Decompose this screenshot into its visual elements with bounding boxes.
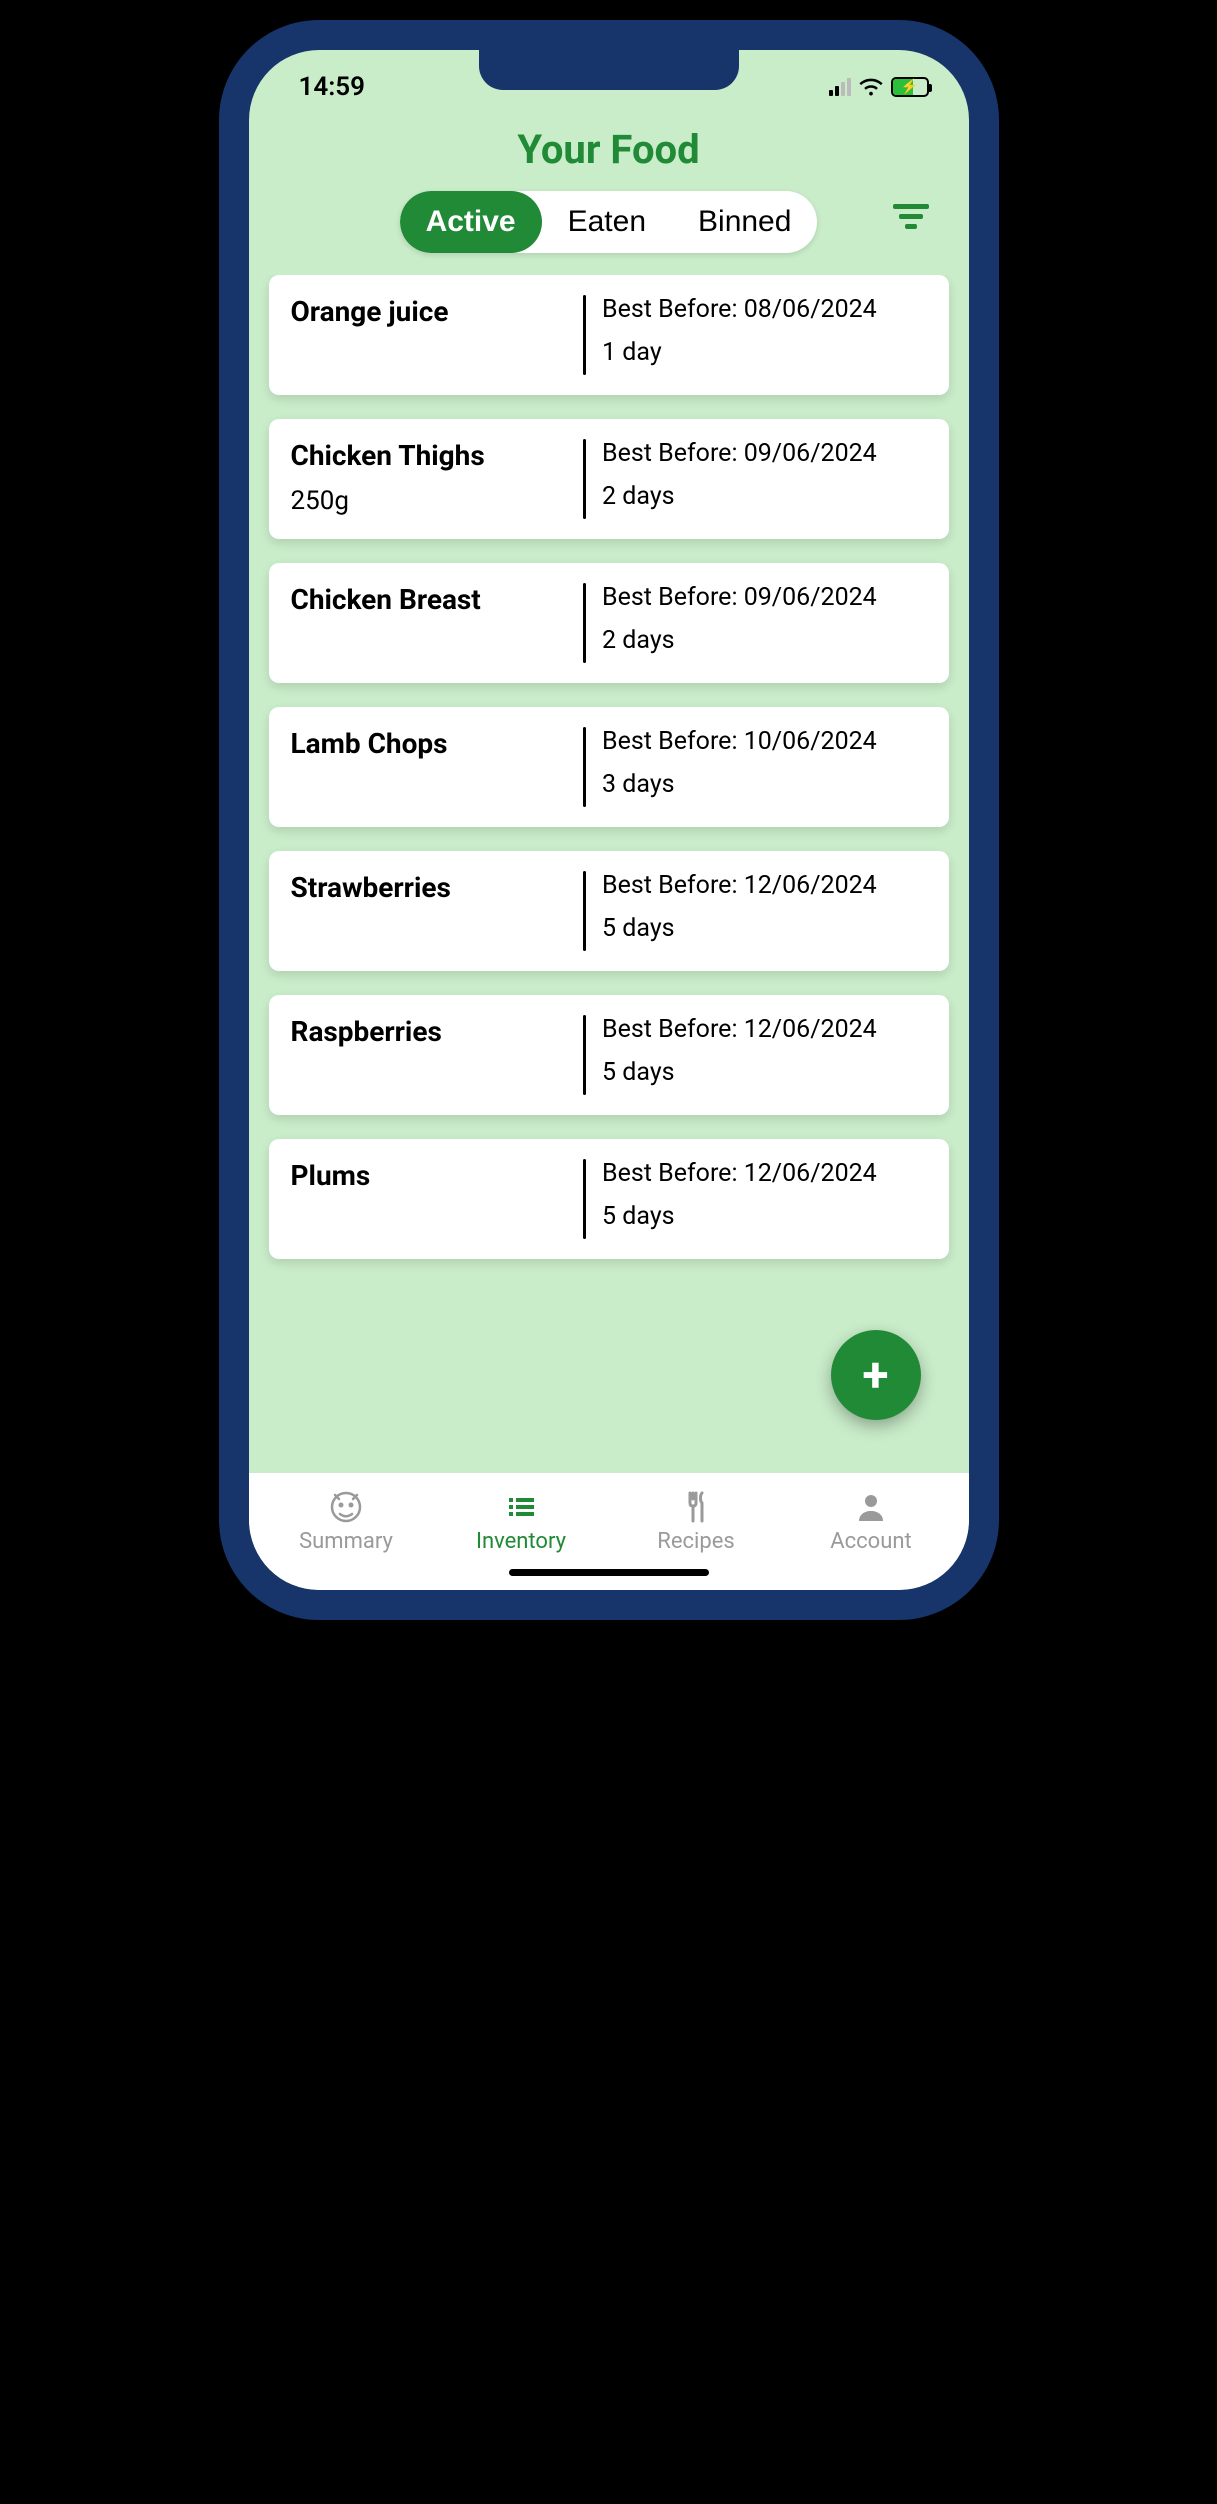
card-divider	[583, 583, 586, 663]
days-remaining: 3 days	[602, 770, 926, 799]
add-food-button[interactable]: +	[831, 1330, 921, 1420]
card-divider	[583, 1159, 586, 1239]
card-divider	[583, 295, 586, 375]
best-before: Best Before: 08/06/2024	[602, 295, 926, 324]
phone-frame: 14:59 ⚡ Your Food Active Eaten B	[219, 20, 999, 1620]
best-before: Best Before: 12/06/2024	[602, 871, 926, 900]
cutlery-icon	[678, 1489, 714, 1525]
days-remaining: 1 day	[602, 338, 926, 367]
tab-label: Inventory	[476, 1529, 566, 1554]
card-right: Best Before: 12/06/2024 5 days	[602, 871, 926, 951]
food-name: Chicken Breast	[291, 583, 570, 616]
tab-eaten[interactable]: Eaten	[542, 191, 672, 253]
card-left: Lamb Chops	[291, 727, 584, 807]
plus-icon: +	[862, 1351, 888, 1399]
card-left: Strawberries	[291, 871, 584, 951]
battery-charging-icon: ⚡	[891, 77, 929, 97]
segmented-control: Active Eaten Binned	[400, 191, 818, 253]
food-name: Chicken Thighs	[291, 439, 570, 472]
days-remaining: 2 days	[602, 482, 926, 511]
tab-summary[interactable]: Summary	[259, 1489, 434, 1554]
card-divider	[583, 727, 586, 807]
card-left: Orange juice	[291, 295, 584, 375]
best-before: Best Before: 12/06/2024	[602, 1015, 926, 1044]
card-left: Chicken Thighs 250g	[291, 439, 584, 519]
food-name: Orange juice	[291, 295, 570, 328]
tab-label: Recipes	[657, 1529, 734, 1554]
tab-label: Summary	[299, 1529, 393, 1554]
status-time: 14:59	[299, 72, 366, 102]
status-indicators: ⚡	[829, 77, 929, 97]
food-card[interactable]: Lamb Chops Best Before: 10/06/2024 3 days	[269, 707, 949, 827]
food-card[interactable]: Strawberries Best Before: 12/06/2024 5 day…	[269, 851, 949, 971]
person-icon	[853, 1489, 889, 1525]
best-before: Best Before: 10/06/2024	[602, 727, 926, 756]
food-card[interactable]: Orange juice Best Before: 08/06/2024 1 day	[269, 275, 949, 395]
food-card[interactable]: Chicken Thighs 250g Best Before: 09/06/202…	[269, 419, 949, 539]
card-divider	[583, 439, 586, 519]
card-divider	[583, 871, 586, 951]
tab-inventory[interactable]: Inventory	[434, 1489, 609, 1554]
days-remaining: 5 days	[602, 914, 926, 943]
notch	[479, 50, 739, 90]
card-left: Raspberries	[291, 1015, 584, 1095]
tab-binned[interactable]: Binned	[672, 191, 817, 253]
card-right: Best Before: 12/06/2024 5 days	[602, 1159, 926, 1239]
food-card[interactable]: Chicken Breast Best Before: 09/06/2024 2 d…	[269, 563, 949, 683]
card-right: Best Before: 09/06/2024 2 days	[602, 439, 926, 519]
filter-icon[interactable]	[893, 199, 929, 234]
card-left: Plums	[291, 1159, 584, 1239]
screen: 14:59 ⚡ Your Food Active Eaten B	[249, 50, 969, 1590]
food-quantity: 250g	[291, 486, 570, 516]
card-right: Best Before: 12/06/2024 5 days	[602, 1015, 926, 1095]
food-name: Plums	[291, 1159, 570, 1192]
days-remaining: 5 days	[602, 1058, 926, 1087]
list-icon	[503, 1489, 539, 1525]
best-before: Best Before: 09/06/2024	[602, 439, 926, 468]
wifi-icon	[859, 78, 883, 96]
best-before: Best Before: 12/06/2024	[602, 1159, 926, 1188]
food-card[interactable]: Raspberries Best Before: 12/06/2024 5 days	[269, 995, 949, 1115]
days-remaining: 2 days	[602, 626, 926, 655]
card-right: Best Before: 10/06/2024 3 days	[602, 727, 926, 807]
food-name: Strawberries	[291, 871, 570, 904]
home-indicator[interactable]	[509, 1569, 709, 1576]
card-right: Best Before: 09/06/2024 2 days	[602, 583, 926, 663]
card-divider	[583, 1015, 586, 1095]
card-right: Best Before: 08/06/2024 1 day	[602, 295, 926, 375]
days-remaining: 5 days	[602, 1202, 926, 1231]
tab-label: Account	[830, 1529, 911, 1554]
page-title: Your Food	[249, 126, 969, 173]
card-left: Chicken Breast	[291, 583, 584, 663]
food-name: Raspberries	[291, 1015, 570, 1048]
food-card[interactable]: Plums Best Before: 12/06/2024 5 days	[269, 1139, 949, 1259]
best-before: Best Before: 09/06/2024	[602, 583, 926, 612]
tab-recipes[interactable]: Recipes	[609, 1489, 784, 1554]
tab-active[interactable]: Active	[400, 191, 542, 253]
cellular-signal-icon	[829, 78, 851, 96]
owl-icon	[328, 1489, 364, 1525]
food-name: Lamb Chops	[291, 727, 570, 760]
header-controls: Active Eaten Binned	[249, 191, 969, 275]
tab-account[interactable]: Account	[784, 1489, 959, 1554]
